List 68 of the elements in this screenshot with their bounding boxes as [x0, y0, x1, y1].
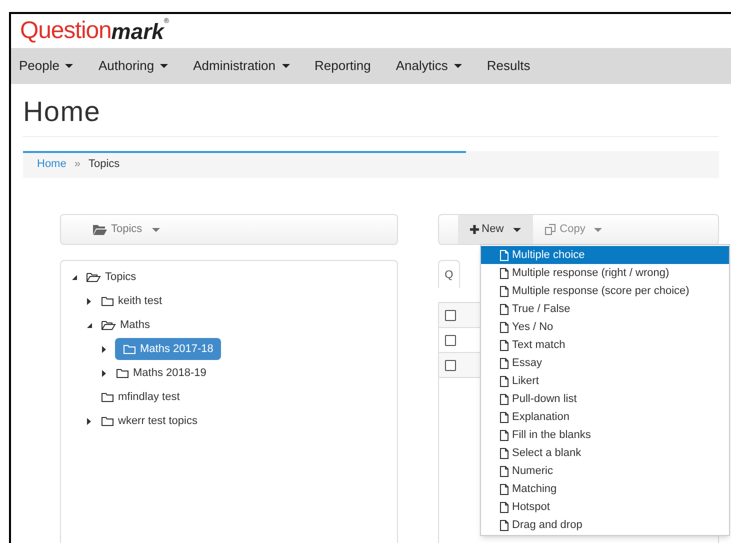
document-icon [499, 520, 509, 530]
nav-menu-item[interactable]: Analytics [388, 56, 470, 76]
menu-item[interactable]: Likert [481, 372, 729, 390]
menu-item[interactable]: True / False [481, 300, 729, 318]
checkbox[interactable] [444, 334, 456, 346]
caret-icon [594, 228, 602, 232]
nav-menu-item[interactable]: Administration [185, 56, 298, 76]
document-icon [499, 484, 509, 494]
nav-menu-item[interactable]: Authoring [90, 56, 176, 76]
copy-icon [544, 224, 557, 235]
menu-item[interactable]: Drag and drop [481, 516, 729, 534]
document-icon [499, 340, 509, 350]
document-icon [499, 322, 509, 332]
folder-icon [101, 416, 114, 426]
open-folder-icon [101, 320, 116, 330]
folder-icon [101, 392, 114, 402]
tab[interactable]: Q [438, 260, 460, 288]
menu-item[interactable]: Yes / No [481, 318, 729, 336]
document-icon [499, 448, 509, 458]
menu-item[interactable]: Pull-down list [481, 390, 729, 408]
tree-item[interactable]: wkerr test topics [100, 412, 198, 430]
checkbox[interactable] [444, 310, 456, 320]
document-icon [499, 430, 509, 440]
plus-icon [470, 225, 479, 234]
logo: Questionmark$^{®}$ [19, 16, 170, 46]
tree-item[interactable]: keith test [100, 292, 164, 310]
nav-menu-item[interactable]: Results [478, 56, 538, 76]
breadcrumb-current: Topics [88, 157, 120, 172]
menu-item[interactable]: Select a blank [481, 444, 729, 462]
document-icon [499, 502, 509, 512]
tree-item[interactable]: Maths [100, 316, 151, 334]
caret-icon [152, 228, 160, 232]
folder-icon [116, 368, 129, 378]
menu-item[interactable]: Explanation [481, 408, 729, 426]
nav-menu-item[interactable]: Reporting [306, 56, 379, 76]
menu-item[interactable]: Essay [481, 354, 729, 372]
document-icon [499, 376, 509, 386]
menu-item[interactable]: Multiple choice [481, 246, 729, 264]
nav-menu-item[interactable]: People [11, 56, 82, 76]
document-icon [499, 286, 509, 296]
folder-icon [101, 296, 114, 306]
tree-item[interactable]: mfindlay test [100, 388, 181, 406]
document-icon [499, 250, 509, 260]
menu-item[interactable]: Text match [481, 336, 729, 354]
folder-icon [123, 344, 136, 354]
tree-item[interactable]: Maths 2018-19 [115, 364, 208, 382]
document-icon [499, 304, 509, 314]
tree-item[interactable]: Maths 2017-18 [115, 338, 222, 360]
page-title: Home [23, 96, 102, 128]
folder-icon [93, 224, 107, 234]
menu-item[interactable]: Fill in the blanks [481, 426, 729, 444]
document-icon [499, 268, 509, 278]
menu-item[interactable]: Matching [481, 480, 729, 498]
menu-item[interactable]: Multiple response (right / wrong) [481, 264, 729, 282]
topics-dropdown-button[interactable]: Topics [93, 221, 160, 238]
document-icon [499, 466, 509, 476]
new-button[interactable]: New [458, 215, 533, 244]
checkbox[interactable] [444, 360, 456, 370]
tree-item[interactable]: Topics [85, 268, 138, 286]
menu-item[interactable]: Numeric [481, 462, 729, 480]
breadcrumb-separator: » [74, 157, 80, 172]
document-icon [499, 358, 509, 368]
menu-item[interactable]: Multiple response (score per choice) [481, 282, 729, 300]
document-icon [499, 394, 509, 404]
open-folder-icon [86, 272, 101, 282]
menu-item[interactable]: Hotspot [481, 498, 729, 516]
document-icon [499, 412, 509, 422]
caret-icon [512, 228, 521, 232]
